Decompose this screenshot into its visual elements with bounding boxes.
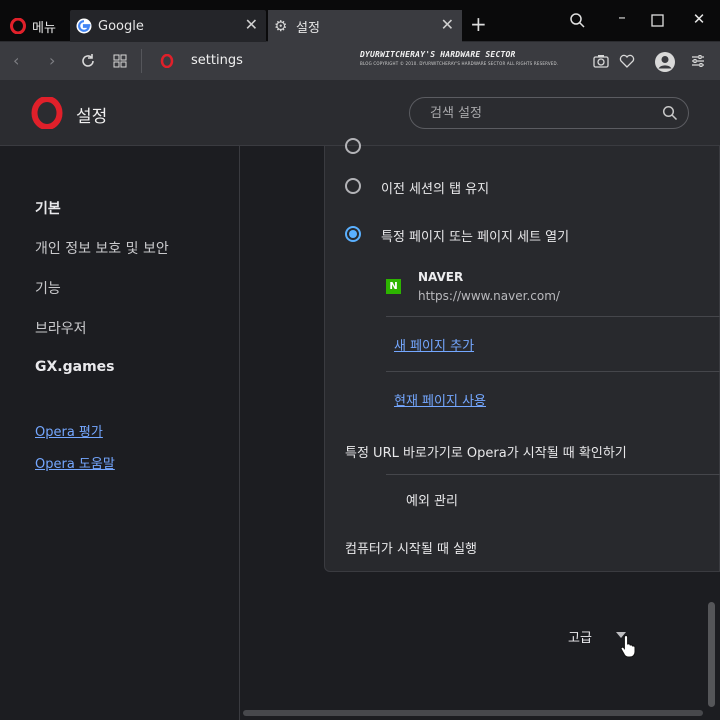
sidebar-item-privacy[interactable]: 개인 정보 보호 및 보안 bbox=[35, 238, 169, 258]
camera-icon[interactable] bbox=[593, 54, 609, 68]
sidebar-item-browser[interactable]: 브라우저 bbox=[35, 318, 87, 338]
tab-google-label: Google bbox=[98, 18, 144, 34]
settings-sidebar: 기본 개인 정보 보호 및 보안 기능 브라우저 GX.games Opera … bbox=[0, 146, 240, 720]
window-close-button[interactable]: ✕ bbox=[689, 10, 709, 28]
horizontal-scrollbar[interactable] bbox=[243, 710, 703, 716]
manage-exceptions-button[interactable]: 예외 관리 bbox=[406, 490, 458, 509]
vertical-scrollbar[interactable] bbox=[708, 602, 715, 707]
close-icon[interactable]: ✕ bbox=[441, 17, 454, 33]
menu-label: 메뉴 bbox=[32, 20, 56, 36]
opera-logo-icon bbox=[31, 97, 63, 129]
tab-google[interactable]: Google ✕ bbox=[70, 10, 266, 42]
gear-icon: ⚙ bbox=[274, 17, 288, 35]
radio-previous-option[interactable] bbox=[345, 138, 361, 154]
search-tabs-icon[interactable] bbox=[569, 12, 587, 30]
startup-page-url: https://www.naver.com/ bbox=[418, 289, 560, 303]
blog-banner: DYURWITCHERAY'S HARDWARE SECTOR BLOG COP… bbox=[360, 50, 559, 66]
search-input[interactable] bbox=[428, 103, 648, 123]
add-page-link[interactable]: 새 페이지 추가 bbox=[394, 335, 474, 354]
google-favicon-icon bbox=[76, 18, 92, 34]
startup-page-name: NAVER bbox=[418, 270, 464, 284]
settings-search[interactable] bbox=[409, 97, 689, 129]
sidebar-item-features[interactable]: 기능 bbox=[35, 278, 61, 298]
opera-logo-icon bbox=[160, 54, 174, 68]
opera-logo-icon bbox=[10, 18, 26, 34]
naver-favicon-icon: N bbox=[386, 279, 401, 294]
easy-setup-icon[interactable] bbox=[690, 54, 706, 68]
new-tab-button[interactable]: + bbox=[470, 14, 487, 34]
banner-title: DYURWITCHERAY'S HARDWARE SECTOR bbox=[360, 50, 516, 59]
settings-main: 이전 세션의 탭 유지 특정 페이지 또는 페이지 세트 열기 N NAVER … bbox=[241, 138, 720, 720]
profile-avatar-icon[interactable] bbox=[654, 51, 676, 73]
radio-keep-tabs[interactable] bbox=[345, 178, 361, 194]
sidebar-item-basic[interactable]: 기본 bbox=[35, 198, 61, 218]
hand-cursor-icon bbox=[620, 634, 636, 658]
close-icon[interactable]: ✕ bbox=[245, 17, 258, 33]
tab-settings[interactable]: ⚙ 설정 ✕ bbox=[268, 10, 462, 42]
sidebar-item-gxgames[interactable]: GX.games bbox=[35, 359, 115, 375]
address-divider bbox=[141, 49, 142, 73]
minimize-button[interactable]: – bbox=[612, 8, 632, 26]
rate-opera-link[interactable]: Opera 평가 bbox=[35, 421, 103, 440]
use-current-pages-link[interactable]: 현재 페이지 사용 bbox=[394, 390, 486, 409]
opera-help-link[interactable]: Opera 도움말 bbox=[35, 453, 115, 472]
divider bbox=[386, 371, 720, 372]
tab-settings-label: 설정 bbox=[296, 20, 320, 36]
advanced-toggle[interactable]: 고급 bbox=[568, 627, 592, 646]
maximize-button[interactable] bbox=[651, 14, 665, 28]
back-button[interactable]: ‹ bbox=[13, 52, 19, 70]
startup-settings-card: 이전 세션의 탭 유지 특정 페이지 또는 페이지 세트 열기 N NAVER … bbox=[324, 138, 720, 572]
divider bbox=[386, 316, 720, 317]
opera-menu-button[interactable]: 메뉴 bbox=[10, 10, 68, 42]
url-field[interactable]: settings bbox=[191, 53, 243, 68]
heart-icon[interactable] bbox=[619, 54, 635, 68]
settings-header: 설정 bbox=[0, 80, 720, 146]
url-shortcut-label[interactable]: 특정 URL 바로가기로 Opera가 시작될 때 확인하기 bbox=[345, 442, 627, 461]
search-icon[interactable] bbox=[662, 105, 678, 121]
reload-icon[interactable] bbox=[80, 53, 96, 69]
open-pages-label: 특정 페이지 또는 페이지 세트 열기 bbox=[381, 230, 570, 245]
forward-button[interactable]: › bbox=[49, 52, 55, 70]
divider bbox=[386, 474, 720, 475]
keep-tabs-label: 이전 세션의 탭 유지 bbox=[381, 182, 490, 197]
page-title: 설정 bbox=[76, 107, 108, 127]
tab-strip: 메뉴 Google ✕ ⚙ 설정 ✕ + – ✕ bbox=[0, 0, 720, 42]
address-bar: ‹ › settings DYURWITCHERAY'S HARDWARE SE… bbox=[0, 42, 720, 80]
radio-open-pages[interactable] bbox=[345, 226, 361, 242]
banner-copyright: BLOG COPYRIGHT © 2010. DYURWITCHERAY'S H… bbox=[360, 61, 559, 66]
tabs-grid-icon[interactable] bbox=[113, 54, 127, 68]
run-on-startup-label[interactable]: 컴퓨터가 시작될 때 실행 bbox=[345, 538, 477, 557]
